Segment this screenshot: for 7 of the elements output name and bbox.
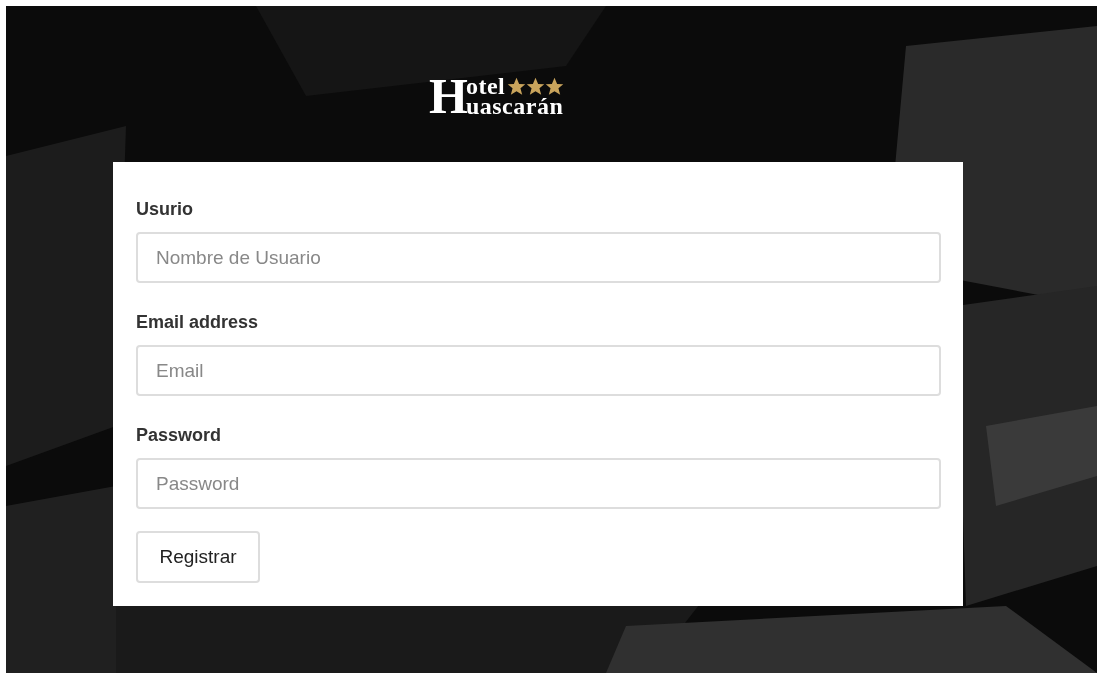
input-field[interactable]: Email [136,345,941,396]
field-label: Email address [136,311,259,333]
register-button[interactable]: Registrar [136,531,260,583]
input-field[interactable]: Password [136,458,941,509]
field-label: Password [136,424,222,446]
field-label: Usurio [136,198,193,220]
input-field[interactable]: Nombre de Usuario [136,232,941,283]
